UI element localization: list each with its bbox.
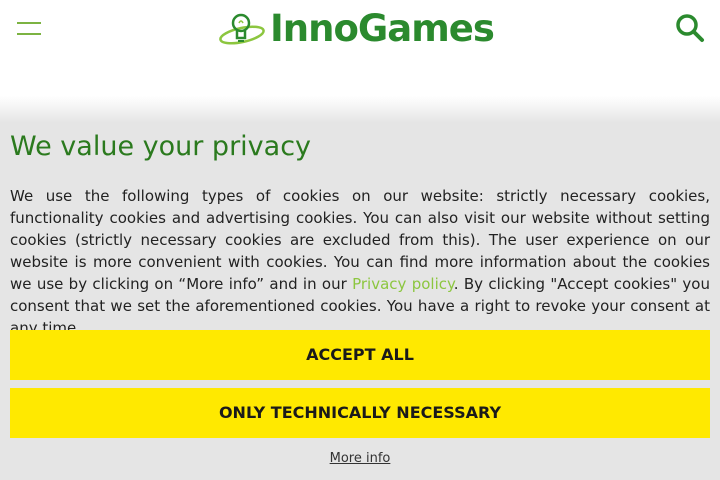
hamburger-menu-icon[interactable]: [17, 21, 43, 37]
search-icon[interactable]: [675, 13, 705, 43]
lightbulb-logo-icon: [219, 13, 265, 45]
banner-title: We value your privacy: [10, 131, 312, 162]
site-header: InnoGames: [0, 0, 720, 58]
innogames-logo[interactable]: InnoGames: [218, 7, 495, 50]
logo-wordmark: InnoGames: [270, 7, 495, 50]
banner-description: We use the following types of cookies on…: [10, 185, 710, 339]
menu-line-top: [17, 22, 41, 24]
accept-all-button[interactable]: ACCEPT ALL: [10, 330, 710, 380]
banner-shadow: [0, 96, 720, 124]
privacy-policy-link[interactable]: Privacy policy: [352, 275, 454, 293]
only-necessary-button[interactable]: ONLY TECHNICALLY NECESSARY: [10, 388, 710, 438]
more-info-link[interactable]: More info: [0, 449, 720, 469]
menu-line-bottom: [17, 33, 41, 35]
